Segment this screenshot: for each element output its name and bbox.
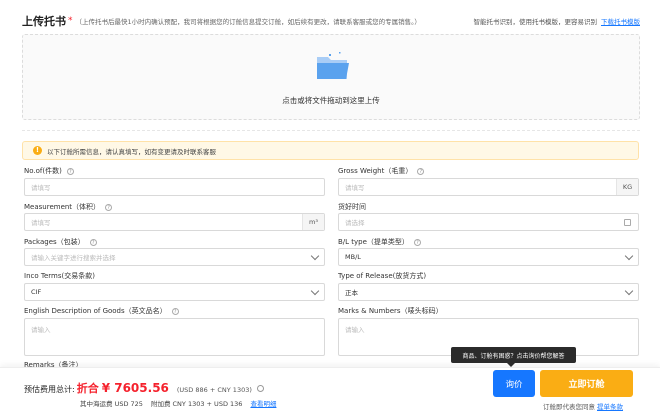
release-type-value: 正本	[345, 289, 358, 297]
measurement-label-text: Measurement（体积）	[24, 203, 101, 211]
bl-terms-link[interactable]: 提单条款	[597, 403, 623, 411]
info-icon[interactable]	[256, 385, 264, 392]
section-divider	[22, 130, 640, 131]
upload-header: 上传托书 * （上传托书后最快1小时内确认预配，我司将根据您的订舱信息提交订舱，…	[22, 12, 640, 30]
total-label: 预估费用总计:	[24, 385, 75, 394]
cargo-time-label-text: 货好时间	[338, 203, 366, 211]
surcharge: 附加费 CNY 1303 + USD 136	[150, 400, 243, 408]
cargo-time-picker[interactable]: 请选择	[338, 213, 639, 231]
upload-note: （上传托书后最快1小时内确认预配，我司将根据您的订舱信息提交订舱，如后续有更改，…	[75, 18, 421, 26]
cargo-time-label: 货好时间	[338, 202, 366, 212]
incoterms-label: Inco Terms(交易条款)	[24, 271, 95, 281]
incoterms-value: CIF	[31, 288, 42, 296]
gross-weight-label-text: Gross Weight（毛重）	[338, 167, 413, 175]
required-mark: *	[68, 16, 73, 26]
help-icon[interactable]: ?	[413, 238, 421, 246]
inquiry-button[interactable]: 询价	[493, 370, 535, 397]
warning-icon: !	[33, 146, 42, 155]
measurement-input[interactable]: 请填写 m³	[24, 213, 325, 231]
gross-weight-input[interactable]: 请填写 KG	[338, 178, 639, 196]
help-icon[interactable]: ?	[105, 203, 113, 211]
measurement-placeholder: 请填写	[31, 219, 51, 227]
bl-type-label-text: B/L type（提单类型）	[338, 238, 409, 246]
fee-breakdown: 其中海运费 USD 725 附加费 CNY 1303 + USD 136 查看明…	[80, 398, 276, 408]
total-line: 预估费用总计: 折合 ¥ 7605.56 (USD 886 + CNY 1303…	[24, 380, 264, 396]
bl-type-label: B/L type（提单类型）?	[338, 237, 421, 247]
chevron-down-icon	[624, 286, 634, 296]
total-prefix: 折合	[76, 382, 99, 395]
inquiry-tooltip: 商品、订舱有困惑？点击询价帮您解答	[451, 347, 576, 367]
description-label-text: English Description of Goods（英文品名）	[24, 307, 167, 315]
upload-title: 上传托书	[22, 15, 66, 28]
pieces-input[interactable]: 请填写	[24, 178, 325, 196]
chevron-down-icon	[624, 251, 634, 261]
packages-label: Packages（包装）?	[24, 237, 97, 247]
top-band	[0, 0, 660, 10]
release-type-select[interactable]: 正本	[338, 283, 639, 301]
cargo-time-placeholder: 请选择	[345, 219, 365, 227]
calendar-icon	[624, 219, 631, 226]
chevron-down-icon	[310, 251, 320, 261]
packages-placeholder: 请输入关键字进行搜索并选择	[31, 254, 116, 262]
measurement-label: Measurement（体积）?	[24, 202, 113, 212]
pieces-label: No.of(件数)?	[24, 166, 74, 176]
marks-label-text: Marks & Numbers（唛头标码）	[338, 307, 443, 315]
download-template-link[interactable]: 下载托书模版	[601, 18, 640, 26]
gross-weight-placeholder: 请填写	[345, 184, 365, 192]
smart-recognition-label: 智能托书识别，使用托书模版，更容易识别	[473, 18, 598, 26]
chevron-down-icon	[310, 286, 320, 296]
smart-recognition-text: 智能托书识别，使用托书模版，更容易识别 下载托书模版	[474, 16, 641, 26]
description-textarea[interactable]: 请输入	[24, 318, 325, 356]
help-icon[interactable]: ?	[417, 167, 425, 175]
folder-upload-icon	[317, 52, 349, 79]
total-value: ¥ 7605.56	[101, 381, 169, 395]
description-label: English Description of Goods（英文品名）?	[24, 306, 179, 316]
marks-label: Marks & Numbers（唛头标码）	[338, 306, 443, 316]
ocean-fee: 其中海运费 USD 725	[80, 400, 143, 408]
cubic-meter-unit: m³	[302, 214, 324, 230]
release-type-label-text: Type of Release(放货方式)	[338, 272, 427, 280]
notice-banner: ! 以下订舱所需信息，请认真填写，如有变更请及时联系客服	[22, 141, 639, 160]
total-breakdown: (USD 886 + CNY 1303)	[176, 386, 252, 394]
incoterms-label-text: Inco Terms(交易条款)	[24, 272, 95, 280]
packages-select[interactable]: 请输入关键字进行搜索并选择	[24, 248, 325, 266]
book-now-button[interactable]: 立即订舱	[540, 370, 633, 397]
agreement-label: 订舱即代表您同意	[543, 403, 595, 411]
bl-type-value: MB/L	[345, 253, 361, 261]
packages-label-text: Packages（包装）	[24, 238, 85, 246]
bl-type-select[interactable]: MB/L	[338, 248, 639, 266]
help-icon[interactable]: ?	[89, 238, 97, 246]
upload-dropzone[interactable]: 点击或将文件拖动到这里上传	[22, 34, 640, 120]
view-details-link[interactable]: 查看明细	[250, 398, 276, 408]
help-icon[interactable]: ?	[66, 167, 74, 175]
pieces-label-text: No.of(件数)	[24, 167, 62, 175]
help-icon[interactable]: ?	[171, 307, 179, 315]
upload-section: 上传托书 * （上传托书后最快1小时内确认预配，我司将根据您的订舱信息提交订舱，…	[22, 12, 640, 120]
agreement-text: 订舱即代表您同意 提单条款	[543, 401, 623, 411]
release-type-label: Type of Release(放货方式)	[338, 271, 426, 281]
dropzone-text: 点击或将文件拖动到这里上传	[282, 96, 380, 105]
incoterms-select[interactable]: CIF	[24, 283, 325, 301]
kg-unit: KG	[616, 179, 638, 195]
gross-weight-label: Gross Weight（毛重）?	[338, 166, 425, 176]
notice-text: 以下订舱所需信息，请认真填写，如有变更请及时联系客服	[47, 147, 216, 156]
